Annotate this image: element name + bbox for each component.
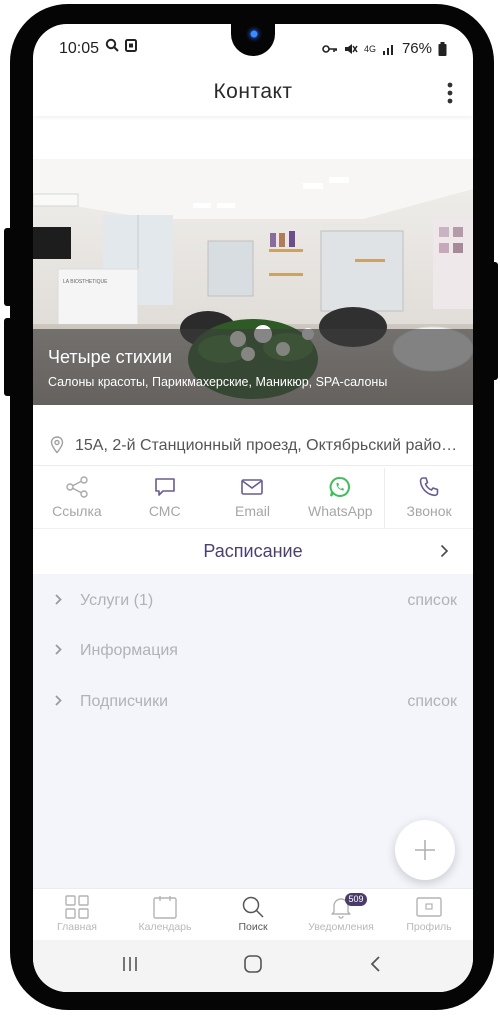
schedule-label: Расписание [203,541,303,561]
power-button [488,262,498,380]
search-icon [105,38,119,52]
section-label: Услуги (1) [80,592,154,609]
home-icon[interactable] [243,954,263,974]
section-label: Информация [80,642,178,659]
calendar-icon [153,896,177,919]
nav-calendar[interactable]: Календарь [121,889,209,940]
section-value: список [407,693,457,710]
status-time: 10:05 [59,40,100,57]
share-link-button[interactable]: Ссылка [33,468,121,528]
address-text: 15А, 2-й Станционный проезд, Октябрьский… [75,437,460,454]
salon-photo: LA BIOSTHETIQUE Четыре стихии Салоны кра… [33,159,473,405]
notification-count-badge: 509 [345,893,367,906]
action-label: WhatsApp [307,503,373,519]
add-button[interactable] [395,820,455,880]
chevron-right-icon [55,644,62,655]
phone-icon [419,477,439,497]
contact-actions: Ссылка СМС Email WhatsApp Звонок [33,468,473,528]
share-icon [66,476,88,498]
status-right: 4G 76% [322,40,447,57]
camera-lens [246,26,262,42]
more-vertical-icon[interactable] [447,82,453,104]
profile-card-icon [416,897,442,917]
battery-percent: 76% [401,40,432,57]
svg-text:LA BIOSTHETIQUE: LA BIOSTHETIQUE [63,279,108,285]
back-icon[interactable] [369,954,383,974]
nav-label: Профиль [406,921,452,933]
volume-button [4,228,14,306]
nav-search[interactable]: Поиск [209,889,297,940]
business-name: Четыре стихии [48,347,173,367]
plus-icon [415,840,435,860]
app-bar: Контакт [33,68,473,116]
status-notification-icons [105,38,137,52]
grid-icon [65,895,89,919]
action-label: Звонок [406,503,452,519]
screen: 10:05 4G 76% Контакт LA BIOSTHETIQUE Чет… [33,24,473,992]
section-label: Подписчики [80,693,169,710]
chevron-right-icon [55,594,62,605]
volume-button [4,318,14,396]
section-information[interactable]: Информация [33,630,473,670]
message-icon [154,478,175,496]
recent-apps-icon[interactable] [121,954,139,974]
whatsapp-button[interactable]: WhatsApp [296,468,384,528]
address-row[interactable]: 15А, 2-й Станционный проезд, Октябрьский… [33,428,473,466]
search-icon [242,896,264,918]
action-label: Email [234,503,270,519]
nav-home[interactable]: Главная [33,889,121,940]
signal-icon [382,44,393,55]
nav-notifications[interactable]: 509 Уведомления [297,889,385,940]
chevron-right-icon [55,695,62,706]
email-button[interactable]: Email [209,468,297,528]
nav-profile[interactable]: Профиль [385,889,473,940]
schedule-row[interactable]: Расписание [33,528,473,574]
section-subscribers[interactable]: Подписчики список [33,681,473,721]
bottom-navigation: Главная Календарь Поиск 509 Уведомления [33,888,473,940]
business-categories: Салоны красоты, Парикмахерские, Маникюр,… [48,375,388,389]
network-type: 4G [363,43,376,54]
whatsapp-icon [329,477,351,497]
battery-icon [438,41,447,56]
mail-icon [241,479,264,495]
nav-label: Главная [57,921,97,933]
nav-label: Уведомления [308,921,374,933]
nav-label: Календарь [138,921,192,933]
mute-icon [344,43,358,54]
key-icon [322,44,337,53]
system-navigation-bar [33,940,473,992]
action-label: СМС [148,503,181,519]
call-button[interactable]: Звонок [384,468,473,528]
section-services[interactable]: Услуги (1) список [33,580,473,620]
action-label: Ссылка [52,503,102,519]
chevron-right-icon [440,544,449,558]
screenshot-icon [125,38,137,52]
page-title: Контакт [213,80,293,103]
sms-button[interactable]: СМС [121,468,209,528]
section-value: список [407,592,457,609]
nav-label: Поиск [238,921,268,933]
map-pin-icon [50,436,64,454]
